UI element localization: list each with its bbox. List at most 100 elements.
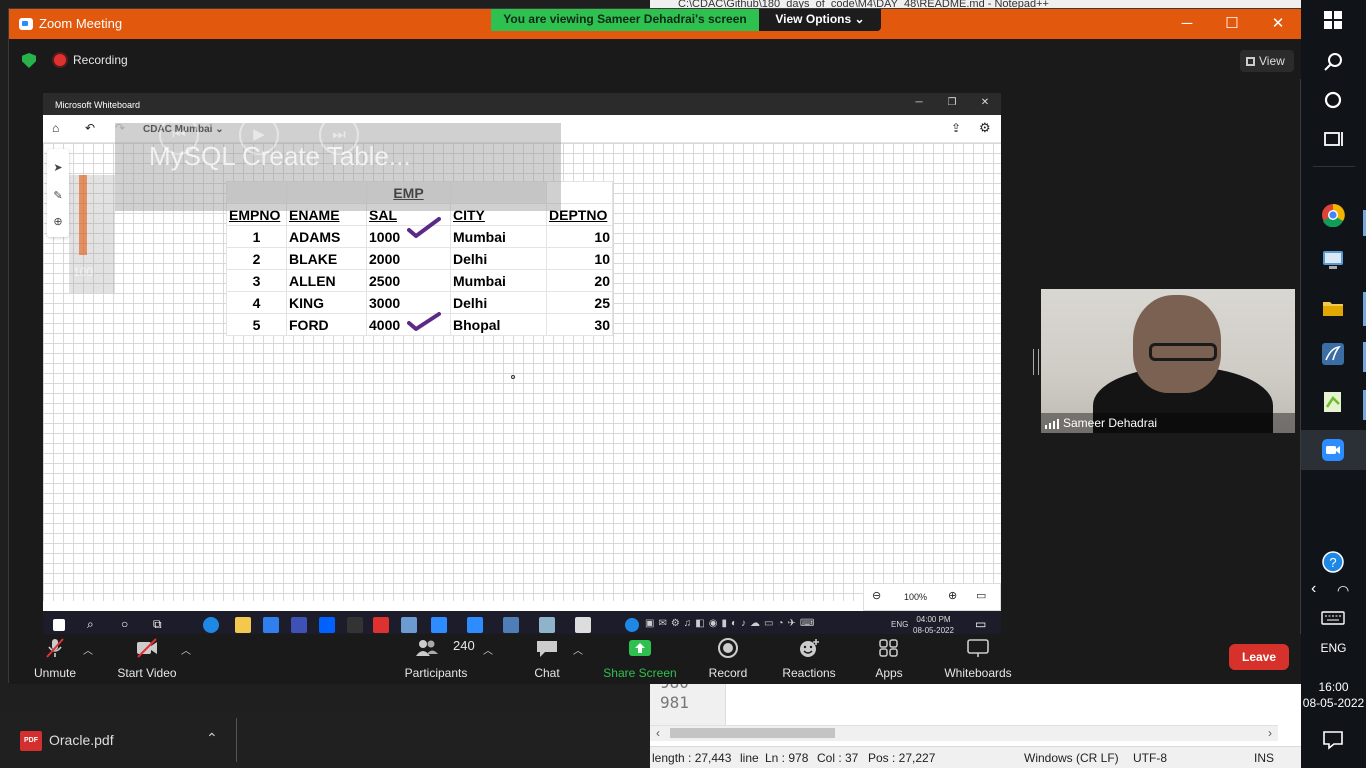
system-clock[interactable]: 16:00 08-05-2022 bbox=[1301, 679, 1366, 711]
cortana-icon[interactable]: ○ bbox=[121, 617, 128, 631]
whiteboard-app-icon[interactable] bbox=[503, 617, 519, 633]
zoom-app-icon[interactable] bbox=[431, 617, 447, 633]
task-view-icon[interactable]: ⧉ bbox=[153, 617, 162, 632]
scroll-left-icon[interactable]: ‹ bbox=[656, 726, 660, 740]
remote-desktop-icon[interactable] bbox=[1321, 248, 1345, 272]
record-button[interactable]: Record bbox=[705, 634, 751, 684]
task-view-icon[interactable] bbox=[1321, 128, 1345, 152]
zoom-in-icon[interactable]: ⊕ bbox=[948, 589, 957, 602]
reactions-label: Reactions bbox=[782, 666, 836, 680]
office-icon[interactable] bbox=[373, 617, 389, 633]
search-icon[interactable] bbox=[1321, 50, 1345, 74]
help-icon[interactable]: ? bbox=[1321, 550, 1345, 574]
wb-minimize-icon[interactable]: ─ bbox=[909, 97, 929, 108]
checkmark-icon bbox=[407, 312, 441, 331]
chevron-left-icon[interactable]: ‹ bbox=[1311, 580, 1316, 598]
cortana-icon[interactable] bbox=[1321, 88, 1345, 112]
language-indicator[interactable]: ENG bbox=[1301, 641, 1366, 655]
inner-lang-indicator[interactable]: ENG bbox=[891, 620, 908, 629]
window-title: Zoom Meeting bbox=[39, 16, 123, 31]
status-length: length : 27,443 bbox=[652, 751, 732, 765]
maximize-button[interactable]: ☐ bbox=[1217, 14, 1247, 34]
system-date: 08-05-2022 bbox=[1302, 696, 1365, 710]
file-explorer-icon[interactable] bbox=[235, 617, 251, 633]
system-time: 16:00 bbox=[1318, 680, 1349, 694]
zoom-app-icon[interactable] bbox=[467, 617, 483, 633]
minimize-button[interactable]: ─ bbox=[1172, 14, 1202, 34]
apps-button[interactable]: Apps bbox=[869, 634, 909, 684]
view-options-button[interactable]: View Options ⌄ bbox=[759, 9, 881, 31]
participants-caret-icon[interactable]: ︿ bbox=[483, 642, 493, 657]
leave-button[interactable]: Leave bbox=[1229, 644, 1289, 670]
share-icon[interactable]: ⇪ bbox=[951, 121, 961, 135]
participant-video[interactable]: Sameer Dehadrai bbox=[1041, 289, 1295, 433]
mail-icon[interactable] bbox=[263, 617, 279, 633]
notification-icon[interactable] bbox=[1321, 728, 1345, 752]
zoom-app-icon[interactable] bbox=[1321, 438, 1345, 462]
notepad-plus-plus-icon[interactable] bbox=[1321, 390, 1345, 414]
chat-button[interactable]: Chat bbox=[525, 634, 569, 684]
wifi-icon[interactable]: ◠ bbox=[1337, 582, 1349, 599]
fit-screen-icon[interactable]: ▭ bbox=[976, 589, 986, 602]
start-video-button[interactable]: Start Video bbox=[113, 634, 181, 684]
app-icon[interactable] bbox=[539, 617, 555, 633]
scroll-right-icon[interactable]: › bbox=[1268, 726, 1272, 740]
app-icon[interactable] bbox=[575, 617, 591, 633]
status-encoding: UTF-8 bbox=[1133, 751, 1167, 765]
chat-label: Chat bbox=[534, 666, 560, 680]
shield-icon[interactable] bbox=[22, 53, 36, 68]
record-label: Record bbox=[708, 666, 748, 680]
view-label: View bbox=[1259, 54, 1285, 68]
gutter-line: 981 bbox=[660, 693, 689, 712]
keyboard-icon[interactable] bbox=[1321, 606, 1345, 630]
whiteboard-side-tools: ➤ ✎ ⊕ bbox=[47, 149, 69, 237]
status-col: Col : 37 bbox=[817, 751, 859, 765]
share-screen-icon bbox=[629, 640, 651, 656]
home-icon[interactable]: ⌂ bbox=[52, 121, 59, 135]
windows-start-icon[interactable] bbox=[1321, 8, 1345, 32]
file-explorer-icon[interactable] bbox=[1321, 296, 1345, 320]
unmute-button[interactable]: Unmute bbox=[27, 634, 83, 684]
chrome-icon[interactable] bbox=[1321, 203, 1345, 227]
notification-icon[interactable]: ▭ bbox=[975, 617, 986, 631]
chat-caret-icon[interactable]: ︿ bbox=[573, 642, 583, 657]
notepad-scroll-thumb[interactable] bbox=[670, 728, 835, 738]
participants-button[interactable]: 240 Participants bbox=[397, 634, 475, 684]
cell-city: Bhopal bbox=[450, 313, 547, 336]
app-icon[interactable] bbox=[401, 617, 417, 633]
zoom-out-icon[interactable]: ⊖ bbox=[872, 589, 881, 602]
wb-restore-icon[interactable]: ❐ bbox=[942, 97, 962, 108]
download-item-oracle[interactable]: PDF Oracle.pdf ⌃ bbox=[10, 722, 230, 760]
help-icon[interactable] bbox=[625, 618, 639, 632]
add-icon[interactable]: ⊕ bbox=[51, 215, 65, 229]
select-pointer-icon[interactable]: ➤ bbox=[51, 161, 65, 175]
mysql-workbench-icon[interactable] bbox=[1321, 342, 1345, 366]
close-button[interactable]: ✕ bbox=[1263, 14, 1293, 34]
viewing-screen-banner: You are viewing Sameer Dehadrai's screen bbox=[491, 9, 759, 31]
taskbar-divider bbox=[236, 718, 237, 762]
pen-icon[interactable]: ✎ bbox=[51, 189, 65, 203]
undo-icon[interactable]: ↶ bbox=[85, 121, 95, 135]
wb-close-icon[interactable]: ✕ bbox=[975, 97, 995, 108]
view-button[interactable]: View bbox=[1240, 50, 1294, 72]
store-icon[interactable] bbox=[291, 617, 307, 633]
chevron-up-icon[interactable]: ⌃ bbox=[206, 730, 218, 747]
split-handle[interactable] bbox=[1033, 349, 1039, 375]
video-options-caret-icon[interactable]: ︿ bbox=[181, 642, 191, 657]
settings-gear-icon[interactable]: ⚙ bbox=[979, 120, 991, 136]
share-screen-button[interactable]: Share Screen bbox=[603, 634, 677, 684]
system-tray-icons[interactable]: ▣✉⚙♫◧◉▮◐♪☁▭◔✈⌨ bbox=[645, 618, 818, 629]
edge-icon[interactable] bbox=[203, 617, 219, 633]
reactions-button[interactable]: Reactions bbox=[779, 634, 839, 684]
record-icon bbox=[718, 638, 738, 658]
inner-clock[interactable]: 04:00 PM 08-05-2022 bbox=[913, 614, 954, 636]
audio-options-caret-icon[interactable]: ︿ bbox=[83, 642, 93, 657]
windows-start-icon[interactable] bbox=[53, 619, 65, 631]
microphone-muted-icon bbox=[46, 638, 64, 658]
app-icon[interactable] bbox=[347, 617, 363, 633]
chevron-down-icon: ⌄ bbox=[854, 12, 865, 26]
whiteboards-button[interactable]: Whiteboards bbox=[941, 634, 1015, 684]
search-icon[interactable]: ⌕ bbox=[87, 617, 94, 632]
signal-strength-icon bbox=[1045, 419, 1059, 429]
dropbox-icon[interactable] bbox=[319, 617, 335, 633]
